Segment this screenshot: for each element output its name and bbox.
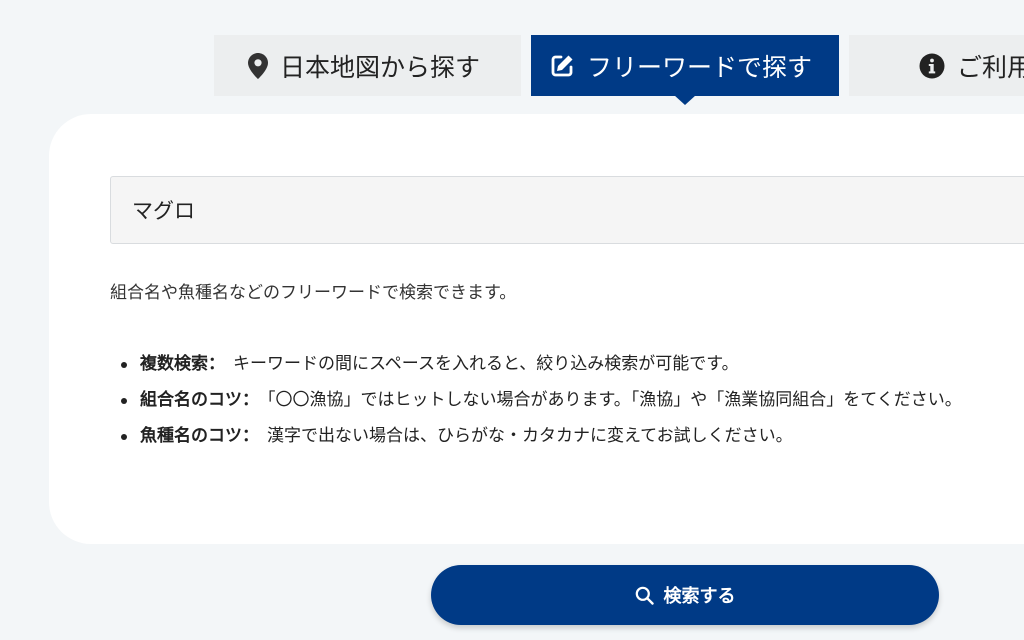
- tab-usage-guide[interactable]: ご利用: [849, 35, 1024, 96]
- search-input[interactable]: [110, 176, 1024, 244]
- tab-label: ご利用: [957, 52, 1024, 82]
- tip-label: 複数検索：: [140, 354, 225, 374]
- tip-text: 「〇〇漁協」ではヒットしない場合があります。「漁協」や「漁業協同組合」をてくださ…: [267, 390, 962, 410]
- map-pin-icon: [248, 52, 268, 79]
- search-icon: [635, 586, 654, 605]
- tab-label: フリーワードで探す: [587, 52, 813, 82]
- tip-text: キーワードの間にスペースを入れると、絞り込み検索が可能です。: [233, 354, 739, 374]
- tab-japan-map[interactable]: 日本地図から探す: [214, 35, 521, 96]
- search-description: 組合名や魚種名などのフリーワードで検索できます。: [110, 283, 517, 303]
- search-mode-tabs: 日本地図から探す フリーワードで探す ご利用: [214, 35, 1024, 105]
- search-button-label: 検索する: [663, 586, 736, 607]
- tip-label: 組合名のコツ：: [140, 390, 259, 410]
- list-item: 組合名のコツ： 「〇〇漁協」ではヒットしない場合があります。「漁協」や「漁業協同組…: [110, 386, 1024, 415]
- tip-label: 魚種名のコツ：: [140, 426, 259, 446]
- search-tips-list: 複数検索： キーワードの間にスペースを入れると、絞り込み検索が可能です。 組合名の…: [110, 350, 1024, 458]
- tab-free-word[interactable]: フリーワードで探す: [531, 35, 839, 105]
- search-panel: 組合名や魚種名などのフリーワードで検索できます。 複数検索： キーワードの間にスペ…: [49, 114, 1024, 544]
- page: 日本地図から探す フリーワードで探す ご利用 マグロ 組合名や魚種名などのフリー…: [0, 0, 1024, 640]
- search-button[interactable]: 検索する: [431, 565, 939, 625]
- list-item: 複数検索： キーワードの間にスペースを入れると、絞り込み検索が可能です。: [110, 350, 1024, 379]
- edit-icon: [549, 53, 575, 79]
- info-icon: [919, 53, 945, 79]
- tab-label: 日本地図から探す: [280, 52, 481, 82]
- tip-text: 漢字で出ない場合は、ひらがな・カタカナに変えてお試しください。: [267, 426, 793, 446]
- list-item: 魚種名のコツ： 漢字で出ない場合は、ひらがな・カタカナに変えてお試しください。: [110, 422, 1024, 451]
